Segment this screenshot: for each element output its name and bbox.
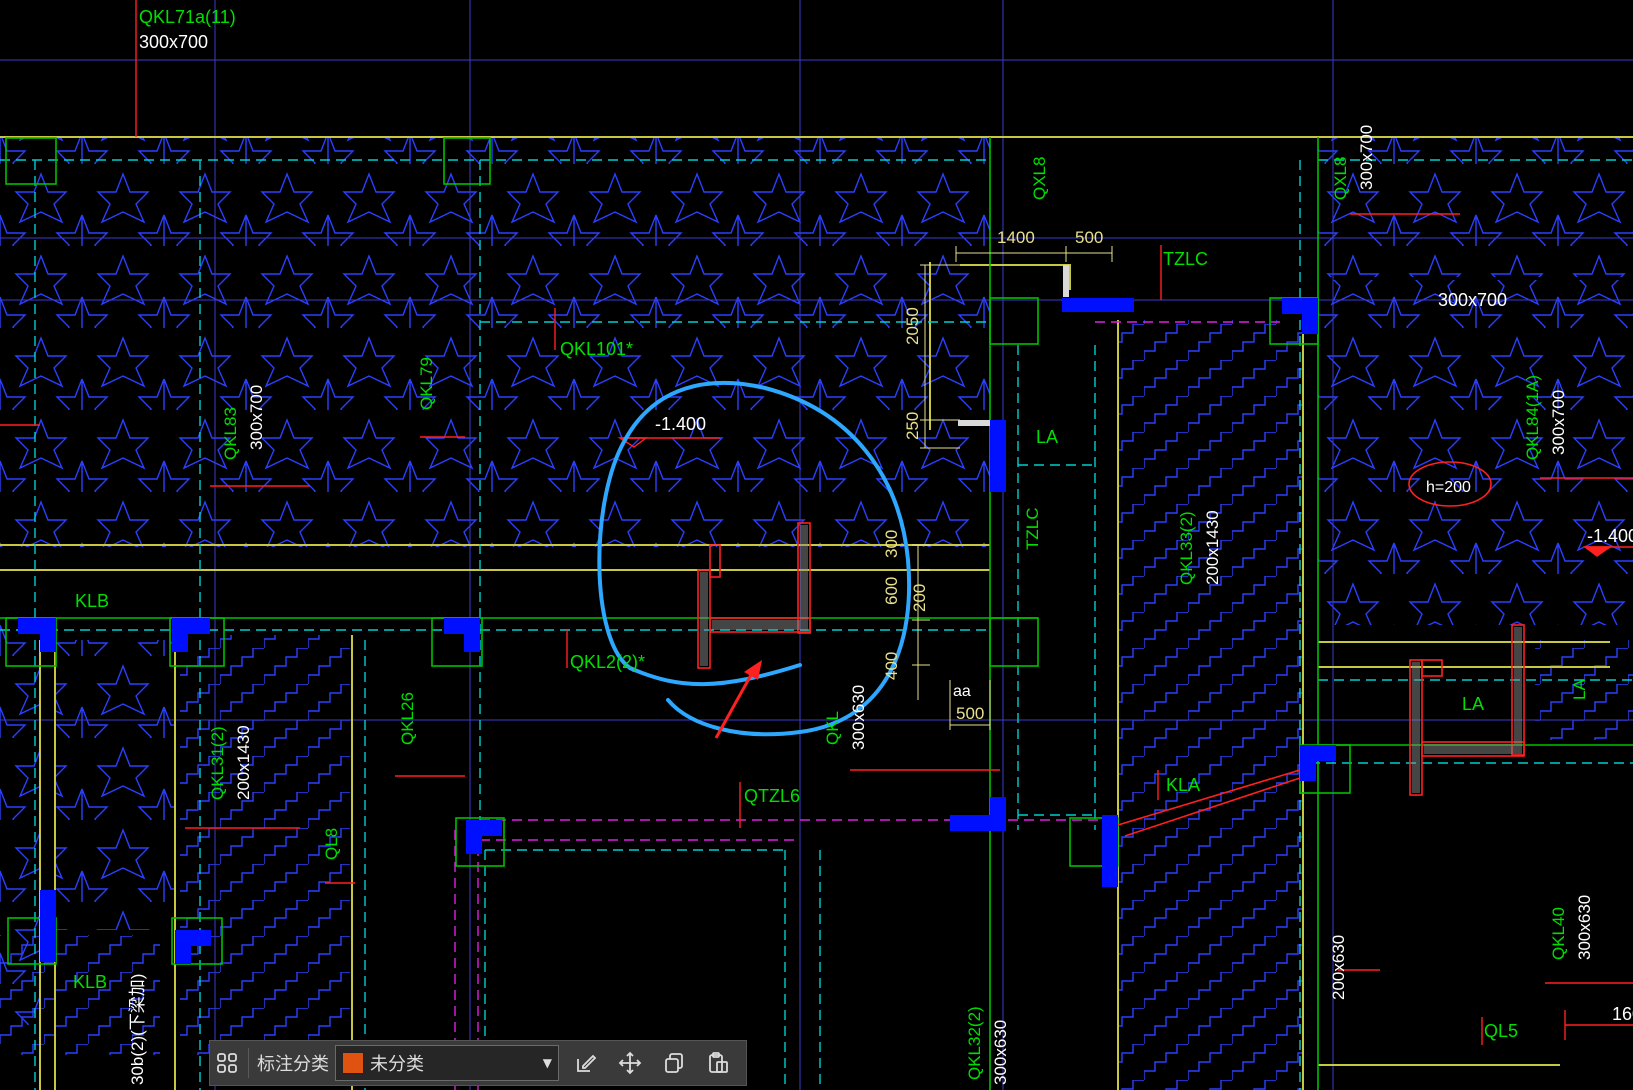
drawing-vertical-label: 250 <box>903 412 922 440</box>
drawing-label: QKL71a(11) <box>139 7 236 27</box>
drawing-label: LA <box>1036 427 1058 447</box>
category-color-swatch <box>342 1052 364 1074</box>
drawing-vertical-label: QKL26 <box>398 692 417 745</box>
drawing-vertical-label: 200x1430 <box>1203 510 1222 585</box>
drawing-label: 300x700 <box>1438 290 1507 310</box>
drawing-vertical-label: QXL8 <box>1030 157 1049 200</box>
annotation-toolbar: 标注分类 未分类 ▼ <box>209 1040 747 1086</box>
drawing-vertical-label: 200x630 <box>1329 935 1348 1000</box>
cad-drawing-canvas[interactable]: QKL71a(11) 300x700 QKL101* -1.400 1400 500 TZL… <box>0 0 1633 1090</box>
paste-icon[interactable] <box>701 1046 735 1080</box>
drawing-vertical-label: LA <box>1570 679 1589 700</box>
drawing-vertical-label: 30b(2)(下梁加) <box>128 974 147 1085</box>
copy-icon[interactable] <box>657 1046 691 1080</box>
drawing-vertical-label: QXL8 <box>1331 157 1350 200</box>
drawing-label: KLB <box>73 972 107 992</box>
grid-icon[interactable] <box>210 1046 244 1080</box>
drawing-vertical-label: 300x630 <box>1575 895 1594 960</box>
category-dropdown[interactable]: 未分类 ▼ <box>335 1045 559 1081</box>
drawing-vertical-label: 200x1430 <box>234 725 253 800</box>
drawing-label: h=200 <box>1426 479 1471 496</box>
edit-icon[interactable] <box>569 1046 603 1080</box>
drawing-label: 1400 <box>997 228 1035 247</box>
drawing-vertical-label: QKL33(2) <box>1177 511 1196 585</box>
drawing-label: 300x700 <box>139 32 208 52</box>
drawing-label: 500 <box>956 704 984 723</box>
drawing-label: LA <box>1462 694 1484 714</box>
annotation-category-label: 标注分类 <box>257 1054 329 1075</box>
drawing-vertical-label: 300 <box>882 530 901 558</box>
drawing-vertical-label: QKL31(2) <box>208 726 227 800</box>
drawing-vertical-label: QKL84(1A) <box>1523 375 1542 460</box>
drawing-vertical-label: 300x630 <box>991 1020 1010 1085</box>
drawing-vertical-label: 300x700 <box>247 385 266 450</box>
drawing-label: 160 <box>1612 1004 1633 1024</box>
markup-stroke <box>628 663 802 687</box>
drawing-vertical-label: QL8 <box>322 828 341 860</box>
drawing-vertical-label: QKL40 <box>1549 907 1568 960</box>
drawing-label: QTZL6 <box>744 786 800 806</box>
drawing-label: aa <box>953 683 971 700</box>
drawing-label: KLB <box>75 591 109 611</box>
drawing-label: 500 <box>1075 228 1103 247</box>
drawing-vertical-label: 2050 <box>903 307 922 345</box>
drawing-vertical-label: 300x630 <box>849 685 868 750</box>
drawing-label: -1.400 <box>1587 526 1633 546</box>
chevron-down-icon: ▼ <box>542 1056 552 1070</box>
drawing-label: KLA <box>1166 775 1200 795</box>
drawing-vertical-label: 300x700 <box>1357 125 1376 190</box>
drawing-vertical-label: QKL <box>823 711 842 745</box>
drawing-vertical-label: QKL83 <box>221 407 240 460</box>
drawing-vertical-label: TZLC <box>1023 508 1042 551</box>
markup-arrow <box>714 660 762 739</box>
drawing-label: QKL2(2)* <box>570 652 645 672</box>
drawing-label: QL5 <box>1484 1021 1518 1041</box>
move-icon[interactable] <box>613 1046 647 1080</box>
drawing-label: TZLC <box>1163 249 1208 269</box>
drawing-vertical-label: 400 <box>882 652 901 680</box>
drawing-vertical-label: QKL32(2) <box>965 1006 984 1080</box>
drawing-vertical-label: 600 <box>882 577 901 605</box>
drawing-vertical-label: 300x700 <box>1549 390 1568 455</box>
drawing-label: QKL101* <box>560 339 633 359</box>
drawing-vertical-label: QKL79 <box>417 357 436 410</box>
drawing-label: -1.400 <box>655 414 706 434</box>
toolbar-separator <box>248 1048 249 1078</box>
drawing-vertical-label: 200 <box>910 584 929 612</box>
category-dropdown-value: 未分类 <box>370 1054 424 1075</box>
